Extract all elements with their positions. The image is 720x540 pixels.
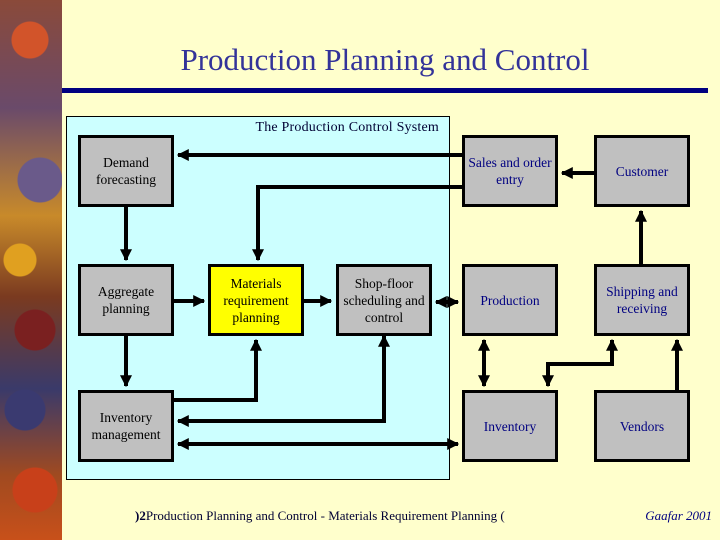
box-label: Production — [480, 292, 540, 308]
footer-prefix: )2 — [135, 508, 146, 523]
box-production: Production — [462, 264, 558, 336]
box-inventory: Inventory — [462, 390, 558, 462]
box-vendors: Vendors — [594, 390, 690, 462]
box-label: Demand forecasting — [96, 155, 156, 187]
box-label: Inventory — [483, 418, 537, 434]
box-sales-order-entry: Sales and order entry — [462, 135, 558, 207]
slide-footer: )2Production Planning and Control - Mate… — [135, 508, 505, 524]
arrow-sales-to-mrp — [252, 185, 462, 262]
footer-text: Production Planning and Control - Materi… — [145, 508, 505, 523]
box-materials-requirement-planning: Materials requirement planning — [208, 264, 304, 336]
box-customer: Customer — [594, 135, 690, 207]
box-label: Inventory management — [91, 410, 161, 442]
box-label: Shop-floor scheduling and control — [343, 275, 425, 325]
box-label: Aggregate planning — [97, 284, 155, 316]
arrow-shopfloor-to-inventory-mgmt — [176, 334, 390, 427]
box-label: Sales and order entry — [468, 155, 552, 187]
box-demand-forecasting: Demand forecasting — [78, 135, 174, 207]
box-label: Materials requirement planning — [223, 275, 289, 325]
box-shop-floor-scheduling: Shop-floor scheduling and control — [336, 264, 432, 336]
box-label: Customer — [615, 163, 669, 179]
box-shipping-receiving: Shipping and receiving — [594, 264, 690, 336]
arrow-inventory-shipping — [542, 338, 618, 388]
box-inventory-management: Inventory management — [78, 390, 174, 462]
arrow-inventory-mgmt-to-mrp — [174, 338, 262, 402]
box-label: Shipping and receiving — [606, 284, 678, 316]
box-label: Vendors — [619, 418, 665, 434]
box-aggregate-planning: Aggregate planning — [78, 264, 174, 336]
footer-author: Gaafar 2001 — [645, 508, 712, 523]
